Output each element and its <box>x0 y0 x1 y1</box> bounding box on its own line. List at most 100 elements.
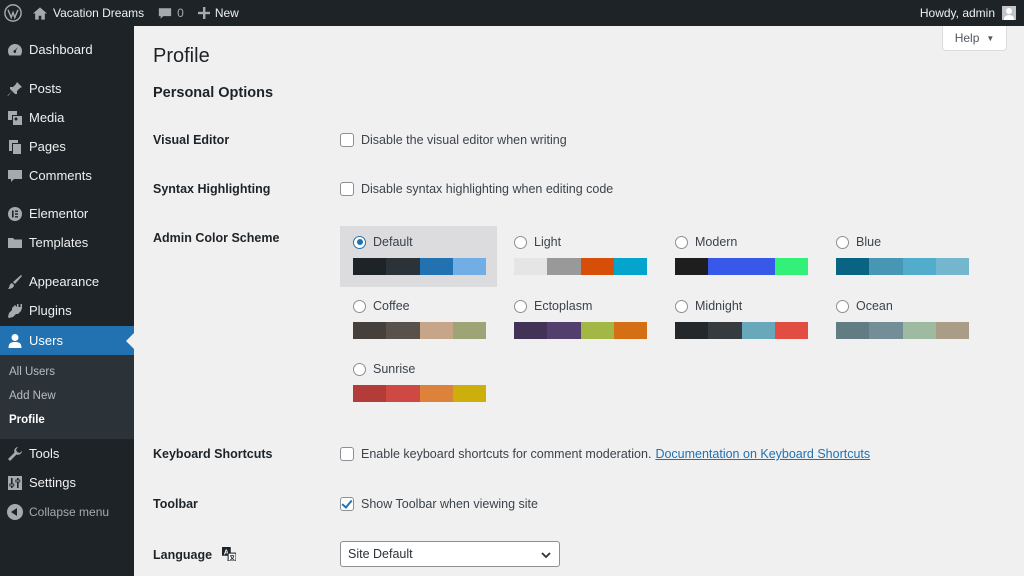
comments-count: 0 <box>177 6 184 20</box>
section-title: Personal Options <box>153 85 274 101</box>
color-scheme-radio[interactable] <box>353 362 366 376</box>
color-scheme-blue[interactable]: Blue <box>823 226 980 287</box>
media-icon <box>7 110 23 126</box>
sidebar-item-users[interactable]: Users <box>0 326 134 355</box>
submenu-profile[interactable]: Profile <box>9 414 45 426</box>
visual-editor-option[interactable]: Disable the visual editor when writing <box>340 133 567 147</box>
syntax-highlighting-label: Syntax Highlighting <box>153 182 271 196</box>
color-swatches <box>675 258 808 275</box>
sidebar-item-settings[interactable]: Settings <box>0 468 134 497</box>
account-menu[interactable]: Howdy, admin <box>913 0 1024 26</box>
new-label: New <box>214 6 239 20</box>
sidebar-item-label: Elementor <box>29 206 89 221</box>
sidebar-item-elementor[interactable]: Elementor <box>0 199 134 228</box>
plug-icon <box>7 303 23 319</box>
color-scheme-radio[interactable] <box>514 235 527 249</box>
help-button[interactable]: Help ▼ <box>942 26 1007 51</box>
color-scheme-name: Ectoplasm <box>534 299 593 313</box>
color-swatch <box>774 322 808 339</box>
color-scheme-modern[interactable]: Modern <box>662 226 819 287</box>
color-swatch <box>452 385 486 402</box>
color-swatch <box>869 258 903 275</box>
syntax-highlighting-option-text: Disable syntax highlighting when editing… <box>361 182 614 196</box>
wrench-icon <box>7 446 23 462</box>
sidebar-item-appearance[interactable]: Appearance <box>0 267 134 296</box>
language-label-row: Language A <box>153 547 236 562</box>
color-scheme-radio[interactable] <box>675 235 688 249</box>
visual-editor-checkbox[interactable] <box>340 133 354 147</box>
color-swatch <box>419 385 453 402</box>
admin-bar: Vacation Dreams 0 New Howdy, admin <box>0 0 1024 26</box>
folder-icon <box>7 235 23 251</box>
sidebar-item-templates[interactable]: Templates <box>0 228 134 257</box>
syntax-highlighting-checkbox[interactable] <box>340 182 354 196</box>
color-swatches <box>353 258 486 275</box>
color-scheme-radio[interactable] <box>353 299 366 313</box>
visual-editor-label: Visual Editor <box>153 133 230 147</box>
sidebar-item-posts[interactable]: Posts <box>0 74 134 103</box>
sidebar-item-media[interactable]: Media <box>0 103 134 132</box>
color-scheme-midnight[interactable]: Midnight <box>662 290 819 351</box>
color-scheme-name: Midnight <box>695 299 743 313</box>
sidebar-item-plugins[interactable]: Plugins <box>0 296 134 325</box>
color-swatch <box>353 322 387 339</box>
user-icon <box>7 333 23 349</box>
color-swatch <box>613 322 647 339</box>
pages-icon <box>7 139 23 155</box>
color-scheme-radio[interactable] <box>836 235 849 249</box>
toolbar-option[interactable]: Show Toolbar when viewing site <box>340 497 538 511</box>
elementor-icon <box>7 206 23 222</box>
avatar <box>1002 6 1016 20</box>
color-swatch <box>386 322 420 339</box>
color-swatches <box>675 322 808 339</box>
language-select[interactable]: Site Default <box>340 541 560 567</box>
color-swatches <box>514 322 647 339</box>
sidebar-item-comments[interactable]: Comments <box>0 161 134 190</box>
keyboard-shortcuts-checkbox[interactable] <box>340 447 354 461</box>
submenu-all-users[interactable]: All Users <box>9 366 55 378</box>
comment-icon <box>7 168 23 184</box>
color-scheme-radio[interactable] <box>836 299 849 313</box>
plus-icon <box>197 7 210 19</box>
color-swatches <box>836 322 969 339</box>
color-swatch <box>419 322 453 339</box>
color-scheme-default[interactable]: Default <box>340 226 497 287</box>
wordpress-logo-icon[interactable] <box>0 0 26 26</box>
submenu-add-new[interactable]: Add New <box>9 390 56 402</box>
keyboard-shortcuts-docs-link[interactable]: Documentation on Keyboard Shortcuts <box>655 447 870 461</box>
color-scheme-ectoplasm[interactable]: Ectoplasm <box>501 290 658 351</box>
color-swatch <box>452 322 486 339</box>
toolbar-checkbox[interactable] <box>340 497 354 511</box>
color-scheme-sunrise[interactable]: Sunrise <box>340 353 497 414</box>
keyboard-shortcuts-option[interactable]: Enable keyboard shortcuts for comment mo… <box>340 447 870 461</box>
admin-sidebar: Dashboard Posts Media Pages Comments Ele… <box>0 26 134 576</box>
color-swatches <box>836 258 969 275</box>
color-scheme-coffee[interactable]: Coffee <box>340 290 497 351</box>
color-swatch <box>836 322 870 339</box>
sidebar-item-label: Users <box>29 333 63 348</box>
color-swatch <box>935 322 969 339</box>
brush-icon <box>7 274 23 290</box>
settings-icon <box>7 475 23 491</box>
color-scheme-ocean[interactable]: Ocean <box>823 290 980 351</box>
color-scheme-radio[interactable] <box>514 299 527 313</box>
sidebar-item-pages[interactable]: Pages <box>0 132 134 161</box>
color-scheme-label: Admin Color Scheme <box>153 231 280 245</box>
new-content-button[interactable]: New <box>191 0 246 26</box>
color-scheme-radio[interactable] <box>675 299 688 313</box>
keyboard-shortcuts-label: Keyboard Shortcuts <box>153 447 273 461</box>
color-scheme-name: Sunrise <box>373 362 416 376</box>
color-swatch <box>935 258 969 275</box>
site-name-link[interactable]: Vacation Dreams <box>26 0 151 26</box>
color-scheme-radio[interactable] <box>353 235 366 249</box>
sidebar-item-tools[interactable]: Tools <box>0 439 134 468</box>
comments-link[interactable]: 0 <box>151 0 191 26</box>
sidebar-item-label: Tools <box>29 446 60 461</box>
language-label: Language <box>153 548 213 562</box>
sidebar-item-dashboard[interactable]: Dashboard <box>0 35 134 64</box>
dashboard-icon <box>7 42 23 58</box>
syntax-highlighting-option[interactable]: Disable syntax highlighting when editing… <box>340 182 613 196</box>
collapse-menu-button[interactable]: Collapse menu <box>0 497 134 526</box>
color-swatch <box>353 385 387 402</box>
color-scheme-light[interactable]: Light <box>501 226 658 287</box>
